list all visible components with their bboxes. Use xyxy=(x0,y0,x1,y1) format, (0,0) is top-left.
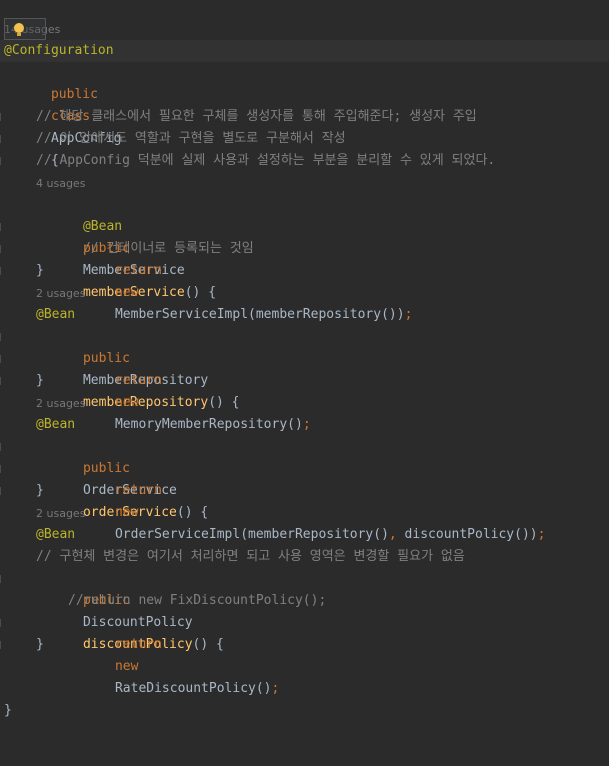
code-line: @Bean xyxy=(0,304,609,326)
brace: } xyxy=(4,703,12,718)
code-line: @Bean // 컨테이너로 등록되는 것임 xyxy=(0,194,609,256)
annotation: @Configuration xyxy=(4,43,114,58)
code-line: return new MemberServiceImpl(memberRepos… xyxy=(0,238,609,322)
code-line: return new OrderServiceImpl(memberReposi… xyxy=(0,458,609,542)
code-line: public OrderService orderService() { xyxy=(0,436,609,520)
fold-marker[interactable] xyxy=(0,443,5,451)
code-line: @Configuration xyxy=(0,40,609,62)
code-line: public MemberRepository memberRepository… xyxy=(0,326,609,410)
fold-marker[interactable] xyxy=(0,465,5,473)
code-line: //return new FixDiscountPolicy(); xyxy=(0,590,609,612)
code-line: } xyxy=(0,480,609,502)
fold-marker[interactable] xyxy=(0,135,5,143)
code-line: } xyxy=(0,370,609,392)
fold-marker[interactable] xyxy=(0,333,5,341)
comment: // AppConfig 덕분에 실제 사용과 설정하는 부분을 분리할 수 있… xyxy=(36,153,496,168)
fold-marker[interactable] xyxy=(0,641,5,649)
comment: // 해당 클래스에서 필요한 구체를 생성자를 통해 주입해준다; 생성자 주… xyxy=(36,109,477,124)
brace: } xyxy=(36,483,44,498)
fold-marker[interactable] xyxy=(0,377,5,385)
comment: //return new FixDiscountPolicy(); xyxy=(68,593,327,608)
annotation: @Bean xyxy=(36,307,76,322)
code-line: } xyxy=(0,634,609,656)
fold-marker[interactable] xyxy=(0,575,5,583)
usages-hint-line: 2 usages xyxy=(0,393,609,415)
fold-marker[interactable] xyxy=(0,113,5,121)
usages-hint[interactable]: 2 usages xyxy=(36,503,85,525)
lightbulb-icon[interactable] xyxy=(14,23,24,33)
keyword: new xyxy=(114,659,139,674)
code-line: public DiscountPolicy discountPolicy() { xyxy=(0,568,609,652)
code-line: @Bean xyxy=(0,414,609,436)
keyword: public xyxy=(50,87,98,102)
intention-action-box[interactable] xyxy=(4,18,46,40)
constructor-call: RateDiscountPolicy() xyxy=(114,681,272,696)
code-line: // 해당 클래스에서 필요한 구체를 생성자를 통해 주입해준다; 생성자 주… xyxy=(0,106,609,128)
lightbulb-base xyxy=(17,33,21,36)
code-line: } xyxy=(0,260,609,282)
usages-hint[interactable]: 4 usages xyxy=(36,173,85,195)
usages-hint[interactable]: 2 usages xyxy=(36,393,85,415)
usages-hint-line: 4 usages xyxy=(0,173,609,195)
code-line: // 이 안에서도 역할과 구현을 별도로 구분해서 작성 xyxy=(0,128,609,150)
semicolon: ; xyxy=(271,681,280,696)
fold-marker[interactable] xyxy=(0,223,5,231)
code-line: // 구현체 변경은 여기서 처리하면 되고 사용 영역은 변경할 필요가 없음 xyxy=(0,546,609,568)
usages-hint-line: 2 usages xyxy=(0,283,609,305)
code-line: public MemberService memberService() { xyxy=(0,216,609,300)
code-line: public class AppConfig { xyxy=(0,62,609,168)
annotation: @Bean xyxy=(36,417,76,432)
brace: } xyxy=(36,637,44,652)
fold-marker[interactable] xyxy=(0,619,5,627)
usages-hint-line: 2 usages xyxy=(0,503,609,525)
fold-marker[interactable] xyxy=(0,487,5,495)
usages-hint[interactable]: 2 usages xyxy=(36,283,85,305)
fold-marker[interactable] xyxy=(0,245,5,253)
code-line: @Bean xyxy=(0,524,609,546)
code-editor[interactable]: 14 usages @Configuration public class Ap… xyxy=(0,0,609,724)
code-line: // AppConfig 덕분에 실제 사용과 설정하는 부분을 분리할 수 있… xyxy=(0,150,609,172)
code-line: return new MemoryMemberRepository(); xyxy=(0,348,609,432)
comment: // 이 안에서도 역할과 구현을 별도로 구분해서 작성 xyxy=(36,131,346,146)
brace: } xyxy=(36,373,44,388)
comment: // 구현체 변경은 여기서 처리하면 되고 사용 영역은 변경할 필요가 없음 xyxy=(36,549,465,564)
code-line: } xyxy=(0,700,609,722)
usages-hint-line: 14 usages xyxy=(0,19,609,41)
annotation: @Bean xyxy=(36,527,76,542)
brace: } xyxy=(36,263,44,278)
code-line: return new RateDiscountPolicy(); xyxy=(0,612,609,696)
fold-marker[interactable] xyxy=(0,267,5,275)
fold-marker[interactable] xyxy=(0,157,5,165)
fold-marker[interactable] xyxy=(0,355,5,363)
